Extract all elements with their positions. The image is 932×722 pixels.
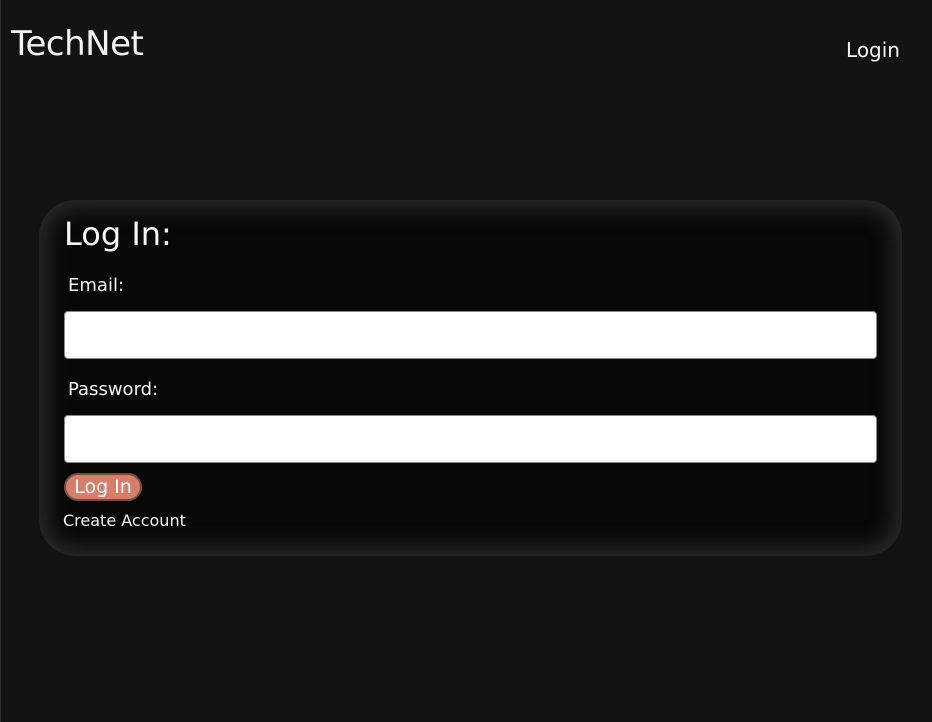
login-title: Log In: <box>64 215 172 253</box>
email-label: Email: <box>68 275 125 296</box>
site-header: TechNet Login <box>1 0 932 100</box>
password-label: Password: <box>68 379 159 400</box>
page: TechNet Login Log In: Email: Password: L… <box>0 0 932 722</box>
create-account-link[interactable]: Create Account <box>63 511 186 531</box>
email-input[interactable] <box>64 311 877 359</box>
nav-login-link[interactable]: Login <box>846 38 900 62</box>
brand-logo: TechNet <box>11 24 144 64</box>
login-button[interactable]: Log In <box>64 473 142 501</box>
login-card: Log In: Email: Password: Log In Create A… <box>39 200 902 556</box>
password-input[interactable] <box>64 415 877 463</box>
